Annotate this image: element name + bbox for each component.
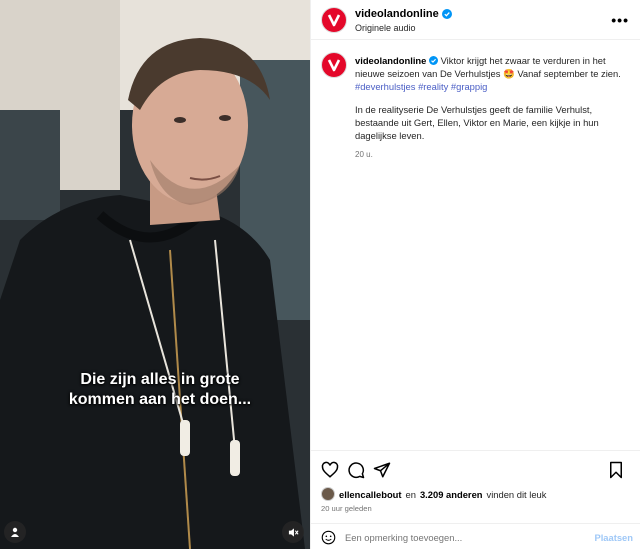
subtitle-line-2: kommen aan het doen... <box>68 391 252 408</box>
caption-timestamp[interactable]: 20 u. <box>355 148 631 161</box>
comment-icon[interactable] <box>347 461 365 479</box>
tagged-users-button[interactable] <box>4 521 26 543</box>
post-age[interactable]: 20 uur geleden <box>321 504 372 513</box>
caption-body-2: Vanaf september te zien. <box>517 68 621 79</box>
likes-count[interactable]: 3.209 anderen <box>420 489 483 500</box>
post-actions: ellencallebout en 3.209 anderen vinden d… <box>311 450 640 549</box>
muted-speaker-icon <box>288 527 299 537</box>
caption-username[interactable]: videolandonline <box>355 55 426 66</box>
liker-username[interactable]: ellencallebout <box>339 489 402 500</box>
likes-suffix: vinden dit leuk <box>486 488 547 500</box>
verified-badge-icon <box>441 9 452 19</box>
author-username[interactable]: videolandonline <box>355 8 439 20</box>
hashtag-deverhulstjes[interactable]: #deverhulstjes <box>355 81 415 92</box>
save-bookmark-icon[interactable] <box>607 461 625 479</box>
caption-emoji: 🤩 <box>503 68 515 79</box>
mute-button[interactable] <box>282 521 304 543</box>
like-heart-icon[interactable] <box>321 461 339 479</box>
post-details-panel: videolandonline Originele audio ••• vide… <box>310 0 640 549</box>
reel-video[interactable]: Die zijn alles in grote kommen aan het d… <box>0 0 310 549</box>
hashtag-reality[interactable]: #reality <box>418 81 448 92</box>
comment-input[interactable] <box>345 529 575 546</box>
share-send-icon[interactable] <box>373 461 391 479</box>
post-comment-button[interactable]: Plaatsen <box>594 532 633 543</box>
author-username-row: videolandonline <box>355 8 452 20</box>
subtitle-line-1: Die zijn alles in grote <box>80 371 240 388</box>
verified-badge-icon <box>428 56 438 65</box>
liker-avatar[interactable] <box>321 487 335 501</box>
likes-summary: ellencallebout en 3.209 anderen vinden d… <box>321 487 546 501</box>
author-avatar[interactable] <box>321 7 347 33</box>
hashtag-grappig[interactable]: #grappig <box>451 81 488 92</box>
user-icon <box>11 527 19 537</box>
audio-link[interactable]: Originele audio <box>355 23 416 33</box>
caption-text: videolandonline Viktor krijgt het zwaar … <box>355 54 631 161</box>
video-frame <box>0 0 310 549</box>
video-subtitle: Die zijn alles in grote kommen aan het d… <box>0 370 310 410</box>
caption-paragraph-2: In de realityserie De Verhulstjes geeft … <box>355 104 599 141</box>
emoji-icon[interactable] <box>321 530 336 545</box>
likes-connector: en <box>405 488 416 500</box>
videoland-logo-icon <box>327 59 341 72</box>
caption-author-avatar[interactable] <box>321 52 347 78</box>
comment-composer: Plaatsen <box>311 523 640 549</box>
more-options-button[interactable]: ••• <box>611 12 629 28</box>
post-header: videolandonline Originele audio ••• <box>311 0 640 40</box>
videoland-logo-icon <box>327 14 341 27</box>
